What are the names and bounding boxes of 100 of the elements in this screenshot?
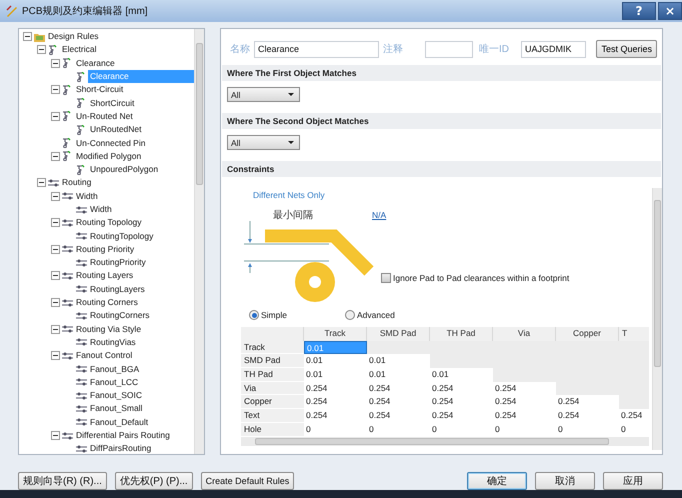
mode-radio[interactable]: Advanced bbox=[345, 309, 441, 321]
tree-item[interactable]: Routing Corners bbox=[74, 296, 194, 310]
collapse-icon[interactable] bbox=[51, 431, 60, 440]
resistor-icon bbox=[76, 124, 87, 135]
collapse-icon[interactable] bbox=[51, 58, 60, 68]
tree-item[interactable]: RoutingLayers bbox=[88, 282, 194, 296]
tree-item[interactable]: Clearance bbox=[74, 56, 194, 70]
tree-item[interactable]: Routing bbox=[60, 176, 194, 190]
footer-button[interactable]: 规则向导(R) (R)... bbox=[18, 472, 107, 490]
table-cell[interactable]: 0.01 bbox=[304, 354, 367, 368]
footer-button[interactable]: 优先权(P) (P)... bbox=[114, 472, 193, 490]
table-cell[interactable]: 0 bbox=[619, 422, 649, 436]
table-cell[interactable]: 0.254 bbox=[304, 395, 367, 410]
unique-id-field[interactable]: UAJGDMIK bbox=[521, 40, 586, 58]
comment-field[interactable] bbox=[425, 40, 473, 58]
tree-item[interactable]: Fanout_SOIC bbox=[88, 389, 194, 402]
table-cell[interactable]: 0.01 bbox=[367, 354, 430, 368]
table-cell[interactable]: 0.254 bbox=[430, 382, 493, 396]
object-dropdown[interactable]: All bbox=[227, 135, 300, 150]
tree-item[interactable]: Width bbox=[88, 203, 194, 216]
tree-item[interactable]: Fanout_Default bbox=[88, 416, 194, 429]
table-cell[interactable]: 0.254 bbox=[304, 409, 367, 423]
table-cell[interactable]: 0.254 bbox=[304, 382, 367, 396]
tree-item[interactable]: Un-Routed Net bbox=[74, 110, 194, 123]
routing-icon bbox=[76, 444, 87, 454]
routing-icon bbox=[62, 350, 73, 361]
collapse-icon[interactable] bbox=[51, 351, 60, 360]
collapse-icon[interactable] bbox=[37, 45, 46, 54]
table-cell[interactable]: 0.254 bbox=[493, 395, 556, 410]
tree-item[interactable]: Routing Via Style bbox=[74, 322, 194, 336]
tree-item[interactable]: Un-Connected Pin bbox=[74, 136, 194, 150]
table-cell[interactable]: 0.01 bbox=[367, 368, 430, 382]
mode-radio[interactable]: Simple bbox=[249, 309, 345, 321]
tree-item[interactable]: UnpouredPolygon bbox=[88, 163, 194, 176]
tree-item[interactable]: Design Rules bbox=[46, 30, 194, 44]
tree-item[interactable]: ShortCircuit bbox=[88, 96, 194, 110]
tree-item[interactable]: RoutingVias bbox=[88, 336, 194, 349]
table-cell[interactable]: 0 bbox=[304, 422, 367, 436]
collapse-icon[interactable] bbox=[51, 324, 60, 334]
table-cell[interactable]: 0.01 bbox=[430, 368, 493, 382]
help-button[interactable]: ? bbox=[622, 2, 656, 20]
tree-item[interactable]: Fanout_Small bbox=[88, 402, 194, 416]
routing-icon bbox=[76, 231, 87, 242]
table-cell[interactable]: 0.254 bbox=[556, 395, 619, 410]
table-cell[interactable]: 0.254 bbox=[430, 395, 493, 410]
tree-item[interactable]: RoutingPriority bbox=[88, 256, 194, 270]
collapse-icon[interactable] bbox=[51, 298, 60, 308]
clearance-value-link[interactable]: N/A bbox=[372, 210, 386, 220]
table-cell[interactable]: 0 bbox=[493, 422, 556, 436]
test-queries-button[interactable]: Test Queries bbox=[596, 40, 657, 58]
collapse-icon[interactable] bbox=[51, 152, 60, 161]
caret-icon bbox=[288, 141, 294, 144]
collapse-icon[interactable] bbox=[51, 244, 60, 254]
collapse-icon[interactable] bbox=[51, 85, 60, 94]
folder-icon bbox=[34, 32, 45, 42]
table-cell[interactable]: 0.254 bbox=[619, 409, 649, 423]
tree-item[interactable]: UnRoutedNet bbox=[88, 123, 194, 136]
tree-item[interactable]: Electrical bbox=[60, 43, 194, 56]
ignore-pad-checkbox[interactable]: Ignore Pad to Pad clearances within a footprint bbox=[381, 271, 570, 285]
tree-item[interactable]: Routing Topology bbox=[74, 216, 194, 230]
table-cell[interactable]: 0.254 bbox=[493, 409, 556, 423]
collapse-icon[interactable] bbox=[23, 32, 32, 42]
collapse-icon[interactable] bbox=[51, 218, 60, 228]
table-cell[interactable]: 0 bbox=[556, 422, 619, 436]
footer-button[interactable]: 取消 bbox=[535, 472, 595, 490]
tree-item[interactable]: RoutingCorners bbox=[88, 309, 194, 322]
tree-item[interactable]: Short-Circuit bbox=[74, 83, 194, 96]
collapse-icon[interactable] bbox=[37, 178, 46, 188]
tree-item[interactable]: RoutingTopology bbox=[88, 230, 194, 243]
table-cell[interactable]: 0.254 bbox=[367, 395, 430, 410]
table-cell[interactable]: 0.01 bbox=[304, 368, 367, 382]
tree-item[interactable]: Fanout Control bbox=[74, 349, 194, 362]
table-cell[interactable]: 0 bbox=[367, 422, 430, 436]
collapse-icon[interactable] bbox=[51, 192, 60, 201]
table-cell[interactable]: 0.254 bbox=[493, 382, 556, 396]
name-field[interactable]: Clearance bbox=[254, 40, 379, 58]
table-cell[interactable]: 0.254 bbox=[367, 382, 430, 396]
tree-item[interactable]: Fanout_BGA bbox=[88, 362, 194, 376]
tree-item[interactable]: Modified Polygon bbox=[74, 150, 194, 163]
close-button[interactable]: × bbox=[658, 2, 682, 20]
scrollbar[interactable] bbox=[652, 188, 662, 450]
collapse-icon[interactable] bbox=[51, 112, 60, 121]
table-cell[interactable]: 0 bbox=[430, 422, 493, 436]
tree-item[interactable]: Differential Pairs Routing bbox=[74, 429, 194, 442]
routing-icon bbox=[48, 178, 59, 188]
footer-button[interactable]: 应用 bbox=[603, 472, 663, 490]
tree-item[interactable]: DiffPairsRouting bbox=[88, 442, 194, 454]
object-dropdown[interactable]: All bbox=[227, 87, 300, 102]
tree-item[interactable]: Fanout_LCC bbox=[88, 376, 194, 389]
tree-item[interactable]: Routing Layers bbox=[74, 269, 194, 282]
footer-button[interactable]: Create Default Rules bbox=[200, 472, 294, 490]
collapse-icon[interactable] bbox=[51, 271, 60, 280]
table-cell[interactable]: 0.254 bbox=[430, 409, 493, 423]
footer-button[interactable]: 确定 bbox=[467, 472, 527, 490]
scrollbar[interactable] bbox=[194, 29, 204, 454]
tree-item[interactable]: Width bbox=[74, 190, 194, 203]
table-cell[interactable]: 0.254 bbox=[556, 409, 619, 423]
tree-item[interactable]: Routing Priority bbox=[74, 242, 194, 256]
table-cell[interactable]: 0.254 bbox=[367, 409, 430, 423]
resistor-icon bbox=[62, 58, 73, 68]
